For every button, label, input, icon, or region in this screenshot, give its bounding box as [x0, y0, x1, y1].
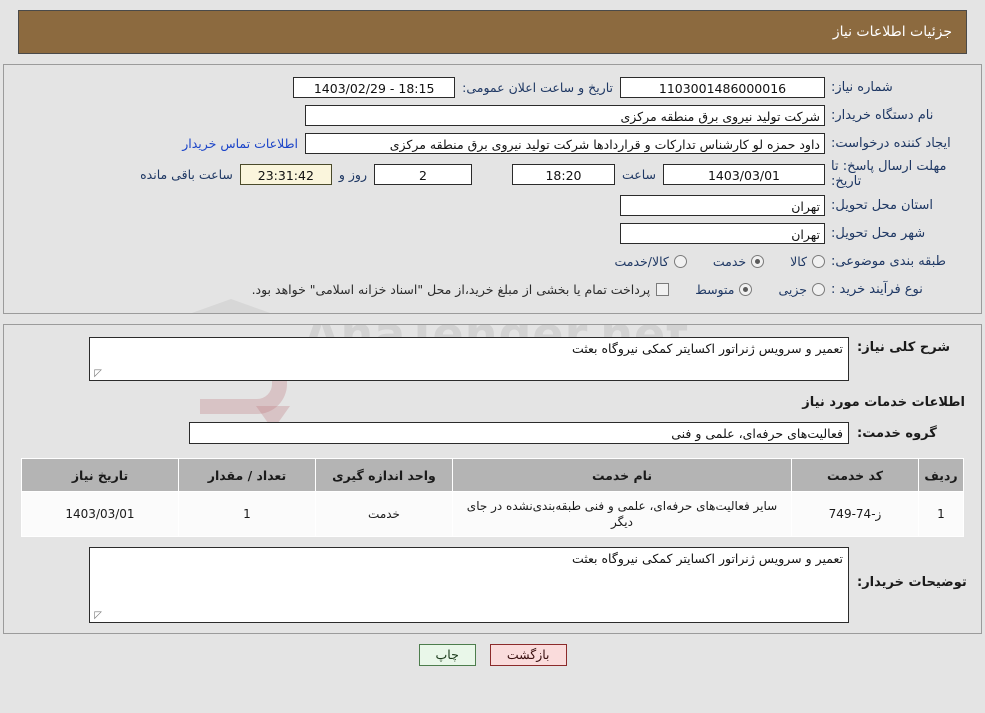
treasury-documents-label: پرداخت تمام یا بخشی از مبلغ خرید،از محل … — [251, 281, 651, 297]
service-group-row: گروه خدمت: فعالیت‌های حرفه‌ای، علمی و فن… — [14, 422, 971, 444]
radio-category-goods-label: کالا — [790, 253, 807, 269]
deadline-time-value: 18:20 — [511, 163, 615, 185]
deadline-hour-label: ساعت — [621, 166, 656, 182]
buyer-org-value: شرکت تولید نیروی برق منطقه مرکزی — [305, 104, 825, 126]
page-header-bar: جزئیات اطلاعات نیاز — [18, 10, 967, 54]
back-button[interactable]: بازگشت — [489, 644, 567, 666]
request-creator-value: داود حمزه لو کارشناس تدارکات و قراردادها… — [305, 132, 825, 154]
countdown-label: ساعت باقی مانده — [140, 166, 233, 182]
radio-process-medium[interactable]: متوسط — [695, 281, 753, 297]
subject-category-radios: کالا خدمت کالا/خدمت — [588, 254, 825, 269]
cell-row-number: 1 — [918, 491, 964, 537]
radio-circle-icon — [812, 282, 825, 296]
purchase-process-radios: جزیی متوسط — [669, 282, 825, 297]
radio-category-service[interactable]: خدمت — [712, 253, 765, 269]
watermark-shield-icon — [172, 299, 290, 313]
delivery-province-value: تهران — [620, 194, 825, 216]
subject-category-row: طبقه بندی موضوعی: کالا خدمت کالا/خدمت — [14, 249, 971, 273]
delivery-city-row: شهر محل تحویل: تهران — [14, 221, 971, 245]
buyer-org-label: نام دستگاه خریدار: — [831, 107, 934, 123]
response-deadline-row: مهلت ارسال پاسخ: تا تاریخ: 1403/03/01 سا… — [14, 159, 971, 189]
request-creator-label: ایجاد کننده درخواست: — [831, 135, 951, 151]
announce-label: تاریخ و ساعت اعلان عمومی: — [462, 79, 613, 95]
radio-category-goods[interactable]: کالا — [790, 254, 825, 269]
remaining-days-value: 2 — [373, 163, 472, 185]
cell-need-date: 1403/03/01 — [21, 491, 179, 537]
delivery-city-label: شهر محل تحویل: — [831, 225, 926, 241]
th-service-name: نام خدمت — [452, 458, 792, 492]
countdown-timer: 23:31:42 — [239, 163, 332, 185]
buyer-notes-textarea[interactable]: تعمیر و سرویس ژنراتور اکسایتر کمکی نیروگ… — [89, 547, 849, 623]
cell-unit: خدمت — [315, 491, 453, 537]
table-row: 1 ز-74-749 سایر فعالیت‌های حرفه‌ای، علمی… — [21, 491, 964, 537]
remaining-days-label: روز و — [338, 166, 367, 182]
resize-grip-icon[interactable]: ◸ — [92, 611, 102, 621]
need-number-row: شماره نیاز: 1103001486000016 تاریخ و ساع… — [14, 75, 971, 99]
cell-quantity: 1 — [178, 491, 316, 537]
need-details-panel: AnaTender.net شرح کلی نیاز: تعمیر و سروی… — [3, 324, 982, 634]
need-description-row: شرح کلی نیاز: تعمیر و سرویس ژنراتور اکسا… — [14, 337, 971, 381]
radio-category-goods-service[interactable]: کالا/خدمت — [614, 253, 687, 269]
need-description-label: شرح کلی نیاز: — [857, 340, 951, 355]
purchase-process-row: نوع فرآیند خرید : جزیی متوسط پرداخت تمام… — [14, 277, 971, 301]
radio-category-goods-service-label: کالا/خدمت — [614, 253, 669, 269]
th-unit: واحد اندازه گیری — [315, 458, 453, 492]
checkbox-icon — [656, 282, 670, 296]
need-number-label: شماره نیاز: — [831, 79, 893, 95]
radio-circle-selected-icon — [751, 254, 765, 268]
service-group-value: فعالیت‌های حرفه‌ای، علمی و فنی — [189, 422, 849, 444]
need-description-value: تعمیر و سرویس ژنراتور اکسایتر کمکی نیروگ… — [571, 341, 843, 356]
resize-grip-icon[interactable]: ◸ — [92, 369, 102, 379]
footer-actions: بازگشت چاپ — [0, 644, 985, 666]
purchase-process-label: نوع فرآیند خرید : — [831, 281, 923, 297]
radio-category-service-label: خدمت — [712, 253, 747, 269]
need-summary-panel: شماره نیاز: 1103001486000016 تاریخ و ساع… — [3, 64, 982, 314]
th-need-date: تاریخ نیاز — [21, 458, 179, 492]
radio-circle-selected-icon — [739, 282, 753, 296]
delivery-city-value: تهران — [620, 222, 825, 244]
need-description-textarea[interactable]: تعمیر و سرویس ژنراتور اکسایتر کمکی نیروگ… — [89, 337, 849, 381]
buyer-contact-link[interactable]: اطلاعات تماس خریدار — [175, 136, 305, 151]
th-service-code: کد خدمت — [791, 458, 919, 492]
subject-category-label: طبقه بندی موضوعی: — [831, 253, 947, 269]
buyer-notes-row: توضیحات خریدار: تعمیر و سرویس ژنراتور اک… — [14, 547, 971, 623]
announce-value: 18:15 - 1403/02/29 — [293, 76, 456, 98]
radio-process-minor[interactable]: جزیی — [778, 282, 825, 297]
treasury-documents-checkbox[interactable]: پرداخت تمام یا بخشی از مبلغ خرید،از محل … — [252, 282, 670, 297]
radio-circle-icon — [812, 254, 825, 268]
th-quantity: تعداد / مقدار — [178, 458, 316, 492]
response-deadline-label: مهلت ارسال پاسخ: تا تاریخ: — [831, 159, 947, 189]
services-section-title: اطلاعات خدمات مورد نیاز — [802, 395, 965, 410]
page-title: جزئیات اطلاعات نیاز — [832, 24, 952, 40]
need-number-value: 1103001486000016 — [620, 76, 825, 98]
request-creator-row: ایجاد کننده درخواست: داود حمزه لو کارشنا… — [14, 131, 971, 155]
delivery-province-row: استان محل تحویل: تهران — [14, 193, 971, 217]
th-row-number: ردیف — [918, 458, 964, 492]
buyer-notes-label: توضیحات خریدار: — [857, 575, 967, 590]
table-header-row: ردیف کد خدمت نام خدمت واحد اندازه گیری ت… — [21, 458, 964, 492]
deadline-date-value: 1403/03/01 — [663, 163, 825, 185]
service-group-label: گروه خدمت: — [857, 425, 937, 441]
print-button[interactable]: چاپ — [418, 644, 476, 666]
radio-circle-icon — [673, 254, 687, 268]
buyer-notes-value: تعمیر و سرویس ژنراتور اکسایتر کمکی نیروگ… — [571, 551, 843, 566]
cell-service-name: سایر فعالیت‌های حرفه‌ای، علمی و فنی طبقه… — [452, 491, 792, 537]
buyer-org-row: نام دستگاه خریدار: شرکت تولید نیروی برق … — [14, 103, 971, 127]
radio-process-medium-label: متوسط — [695, 281, 735, 297]
radio-process-minor-label: جزیی — [778, 281, 807, 297]
cell-service-code: ز-74-749 — [791, 491, 919, 537]
services-table: ردیف کد خدمت نام خدمت واحد اندازه گیری ت… — [21, 458, 964, 537]
delivery-province-label: استان محل تحویل: — [831, 197, 933, 213]
